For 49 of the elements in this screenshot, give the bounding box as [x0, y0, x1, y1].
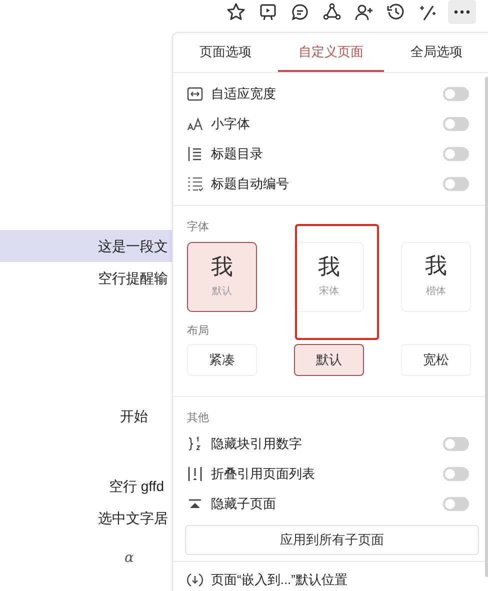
toggle-switch[interactable] [443, 437, 469, 451]
tab[interactable]: 页面选项 [173, 33, 278, 72]
width-icon [187, 86, 203, 102]
star-icon[interactable] [226, 2, 246, 22]
scrollbar[interactable] [485, 77, 488, 577]
apply-button[interactable]: 应用到所有子页面 [185, 525, 479, 555]
more-icon [454, 10, 470, 14]
numbered-list-icon [187, 176, 203, 192]
option-label: 隐藏块引用数字 [211, 435, 303, 453]
option-label: 隐藏子页面 [211, 495, 277, 513]
toggle-switch[interactable] [443, 497, 469, 511]
section-title: 字体 [187, 220, 210, 235]
option-label[interactable]: 页面“嵌入到...”默认位置 [211, 571, 475, 589]
font-option[interactable]: 我 宋体 [294, 242, 364, 312]
toggle-switch[interactable] [443, 147, 469, 161]
option-label: 小字体 [211, 115, 251, 133]
alpha-symbol: α [124, 550, 135, 566]
layout-option[interactable]: 默认 [294, 344, 364, 376]
outline-icon [187, 146, 203, 162]
font-option[interactable]: 我 楷体 [401, 242, 471, 312]
more-button[interactable] [448, 0, 476, 24]
add-user-icon[interactable] [354, 2, 374, 22]
brace-numbers-icon [187, 436, 203, 452]
text-line: 选中文字居 [97, 509, 169, 528]
embed-icon [187, 572, 203, 588]
section-title: 其他 [187, 411, 210, 426]
presentation-icon[interactable] [258, 2, 278, 22]
layout-option[interactable]: 紧凑 [187, 344, 257, 376]
option-label: 标题自动编号 [211, 175, 290, 193]
font-size-icon [187, 116, 203, 132]
history-icon[interactable] [386, 2, 406, 22]
option-label: 标题目录 [211, 145, 264, 163]
option-label: 自适应宽度 [211, 85, 277, 103]
text-line: 空行 gffd [108, 477, 165, 496]
collapse-list-icon [187, 466, 203, 482]
toggle-switch[interactable] [443, 117, 469, 131]
toggle-switch[interactable] [443, 177, 469, 191]
toggle-switch[interactable] [443, 467, 469, 481]
toggle-switch[interactable] [443, 87, 469, 101]
text-line: 开始 [119, 407, 149, 426]
layout-option[interactable]: 宽松 [401, 344, 471, 376]
font-option[interactable]: 我 默认 [187, 242, 257, 312]
tab[interactable]: 自定义页面 [278, 33, 384, 72]
graph-icon[interactable] [322, 2, 342, 22]
tab[interactable]: 全局选项 [384, 33, 488, 72]
text-line: 空行提醒输 [97, 269, 169, 288]
section-title: 布局 [187, 324, 210, 339]
comment-icon[interactable] [290, 2, 310, 22]
option-label: 折叠引用页面列表 [211, 465, 316, 483]
